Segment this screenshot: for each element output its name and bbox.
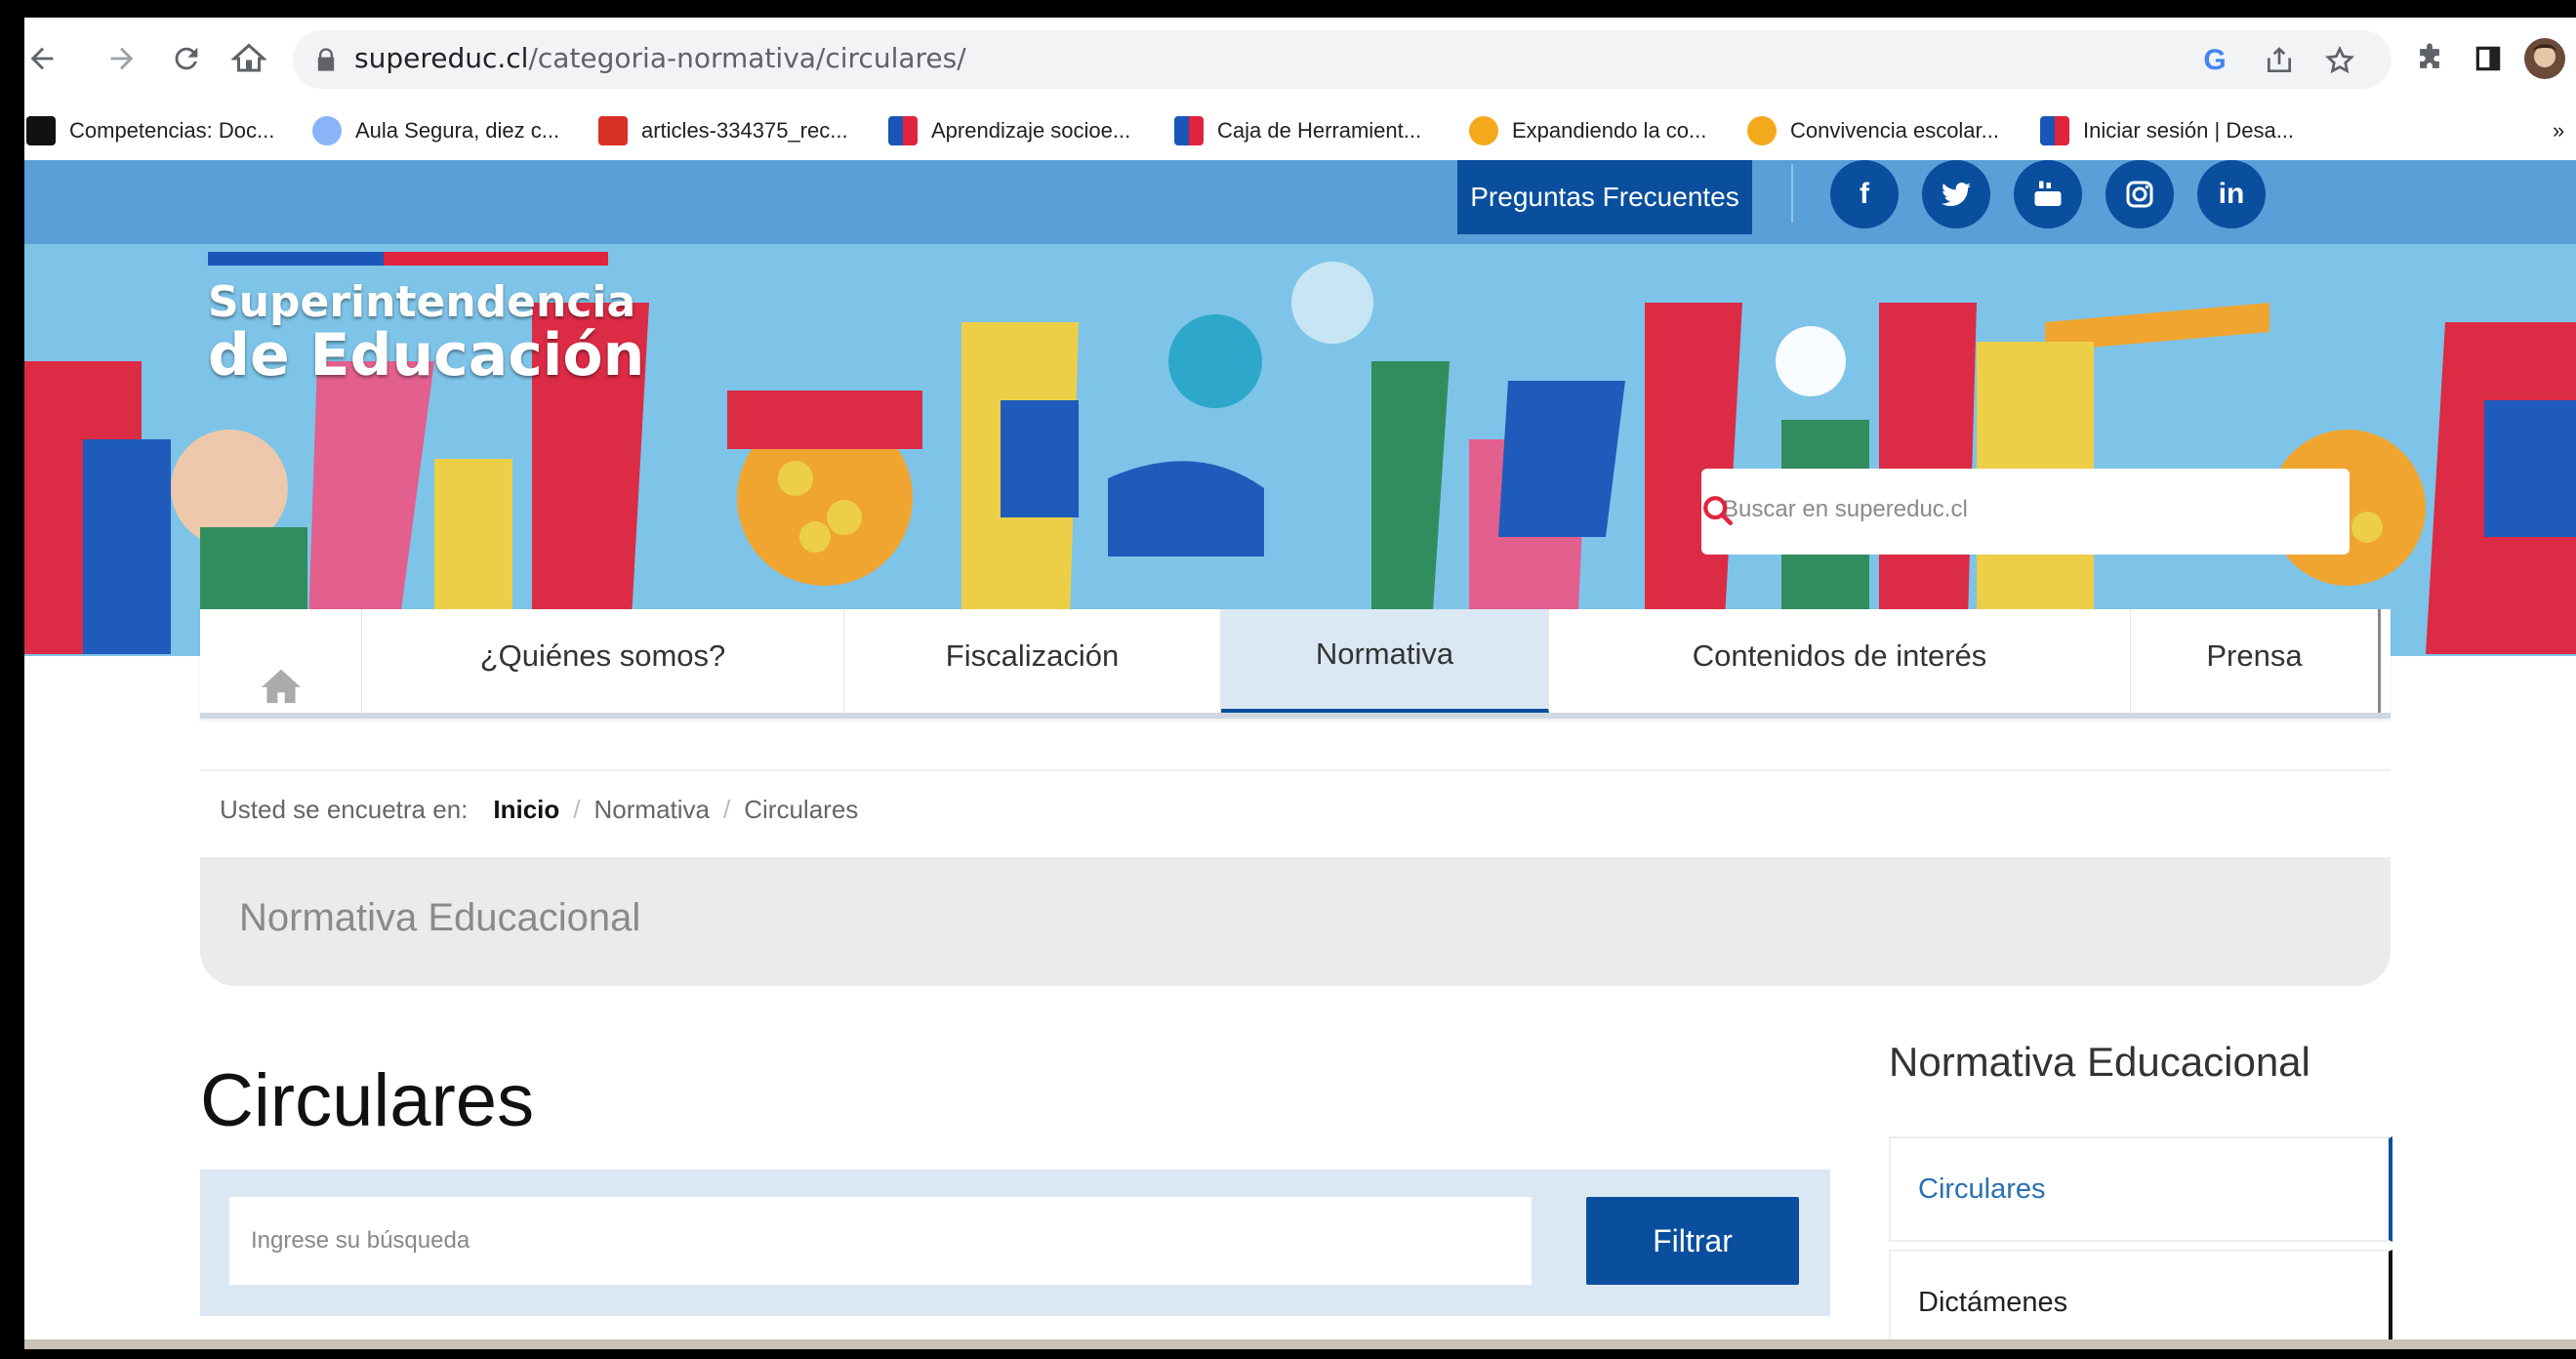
bookmark-item[interactable]: articles-334375_rec... [598, 111, 848, 150]
home-icon [261, 669, 301, 704]
forward-button[interactable] [95, 31, 149, 86]
home-outline-icon [231, 43, 266, 72]
side-panel-icon [2475, 46, 2501, 71]
bookmark-label: Expandiendo la co... [1512, 118, 1707, 143]
url-text: supereduc.cl/categoria-normativa/circula… [354, 42, 966, 74]
breadcrumb-link-inicio[interactable]: Inicio [493, 795, 559, 825]
nav-item-normativa[interactable]: Normativa [1221, 609, 1549, 713]
reload-button[interactable] [159, 31, 214, 86]
extensions-button[interactable] [2402, 31, 2457, 86]
pdf-icon [598, 116, 628, 145]
nav-home[interactable] [200, 609, 362, 713]
section-header: Normativa Educacional [200, 857, 2391, 986]
bookmark-label: Caja de Herramient... [1217, 118, 1422, 143]
sidebar-item-circulares[interactable]: Circulares [1889, 1136, 2392, 1242]
search-placeholder: Buscar en supereduc.cl [1723, 496, 1968, 522]
bookmark-item[interactable]: Competencias: Doc... [26, 111, 274, 150]
lock-icon [317, 48, 335, 71]
bookmark-star-icon[interactable] [2323, 44, 2356, 77]
instagram-icon[interactable] [2106, 160, 2174, 228]
url-path: /categoria-normativa/circulares/ [528, 42, 966, 74]
bookmark-label: articles-334375_rec... [641, 118, 848, 143]
breadcrumb-separator: / [723, 794, 731, 824]
main-navigation: ¿Quiénes somos? Fiscalización Normativa … [200, 609, 2391, 719]
screenshot-frame: supereduc.cl/categoria-normativa/circula… [0, 0, 2576, 1359]
nav-item-contenidos-de-interes[interactable]: Contenidos de interés [1549, 609, 2131, 713]
faq-button[interactable]: Preguntas Frecuentes [1457, 160, 1752, 234]
search-icon[interactable] [1701, 494, 1735, 527]
bookmark-label: Iniciar sesión | Desa... [2083, 118, 2295, 143]
breadcrumb-prefix: Usted se encuetra en: [220, 794, 469, 824]
bookmarks-bar: Competencias: Doc... Aula Segura, diez c… [24, 102, 2576, 160]
bookmarks-overflow-button[interactable]: » [2553, 111, 2564, 150]
breadcrumb-separator: / [573, 794, 581, 824]
profile-avatar[interactable] [2517, 31, 2572, 86]
chevron-double-right-icon: » [2553, 118, 2565, 143]
bookmark-label: Convivencia escolar... [1790, 118, 1999, 143]
top-utility-bar: Preguntas Frecuentes f in [24, 160, 2576, 258]
bookmark-favicon-icon [26, 116, 56, 145]
web-page: Preguntas Frecuentes f in Superintendenc… [24, 160, 2576, 1339]
bookmark-label: Aprendizaje socioe... [931, 118, 1131, 143]
avatar-icon [2524, 38, 2565, 79]
page-title: Circulares [200, 1059, 535, 1142]
filter-button[interactable]: Filtrar [1586, 1197, 1799, 1285]
bookmark-item[interactable]: Convivencia escolar... [1747, 111, 1999, 150]
filter-panel: Ingrese su búsqueda Filtrar [200, 1170, 1830, 1316]
bookmark-favicon-icon [312, 116, 342, 145]
bookmark-item[interactable]: Caja de Herramient... [1174, 111, 1421, 150]
nav-item-fiscalizacion[interactable]: Fiscalización [844, 609, 1221, 713]
bookmark-favicon-icon [1174, 116, 1204, 145]
breadcrumb-current: Circulares [744, 794, 859, 824]
filter-search-input[interactable]: Ingrese su búsqueda [229, 1197, 1532, 1285]
google-icon[interactable]: G [2198, 44, 2231, 77]
bookmark-favicon-icon [888, 116, 918, 145]
home-button[interactable] [222, 31, 276, 86]
share-icon[interactable] [2263, 44, 2296, 77]
puzzle-icon [2420, 43, 2439, 68]
url-domain: supereduc.cl [354, 42, 529, 74]
bookmark-favicon-icon [1469, 116, 1498, 145]
facebook-icon[interactable]: f [1830, 160, 1899, 228]
linkedin-icon[interactable]: in [2197, 160, 2266, 228]
bookmark-favicon-icon [2040, 116, 2069, 145]
breadcrumb-link-normativa[interactable]: Normativa [594, 795, 710, 825]
twitter-icon[interactable] [1922, 160, 1990, 228]
arrow-left-icon [30, 47, 54, 70]
section-title: Normativa Educacional [239, 896, 641, 939]
hero-banner: Superintendencia de Educación Buscar en … [24, 244, 2576, 656]
site-logo[interactable]: Superintendencia de Educación [208, 252, 644, 390]
youtube-icon[interactable] [2014, 160, 2082, 228]
back-button[interactable] [24, 31, 69, 86]
logo-text-line2: de Educación [208, 321, 645, 390]
arrow-right-icon [110, 47, 134, 70]
bookmark-favicon-icon [1747, 116, 1777, 145]
sidebar-title: Normativa Educacional [1889, 1039, 2310, 1085]
nav-item-prensa[interactable]: Prensa [2131, 609, 2381, 713]
bookmark-label: Competencias: Doc... [69, 118, 275, 143]
logo-text-line1: Superintendencia [208, 277, 636, 327]
breadcrumb: Usted se encuetra en: Inicio / Normativa… [200, 769, 2391, 847]
browser-toolbar: supereduc.cl/categoria-normativa/circula… [24, 18, 2576, 102]
flag-stripe [208, 252, 608, 266]
sidebar-item-dictamenes[interactable]: Dictámenes [1889, 1250, 2392, 1339]
browser-window: supereduc.cl/categoria-normativa/circula… [24, 18, 2576, 1339]
bookmark-label: Aula Segura, diez c... [355, 118, 560, 143]
bookmark-item[interactable]: Aula Segura, diez c... [312, 111, 559, 150]
bookmark-item[interactable]: Iniciar sesión | Desa... [2040, 111, 2294, 150]
divider [1791, 164, 1793, 223]
reload-icon [175, 47, 198, 70]
site-search-input[interactable]: Buscar en supereduc.cl [1701, 469, 2350, 555]
address-bar[interactable]: supereduc.cl/categoria-normativa/circula… [293, 30, 2392, 89]
bookmark-item[interactable]: Aprendizaje socioe... [888, 111, 1130, 150]
side-panel-button[interactable] [2461, 31, 2515, 86]
bottom-edge [24, 1339, 2576, 1349]
nav-item-quienes-somos[interactable]: ¿Quiénes somos? [362, 609, 844, 713]
bookmark-item[interactable]: Expandiendo la co... [1469, 111, 1706, 150]
